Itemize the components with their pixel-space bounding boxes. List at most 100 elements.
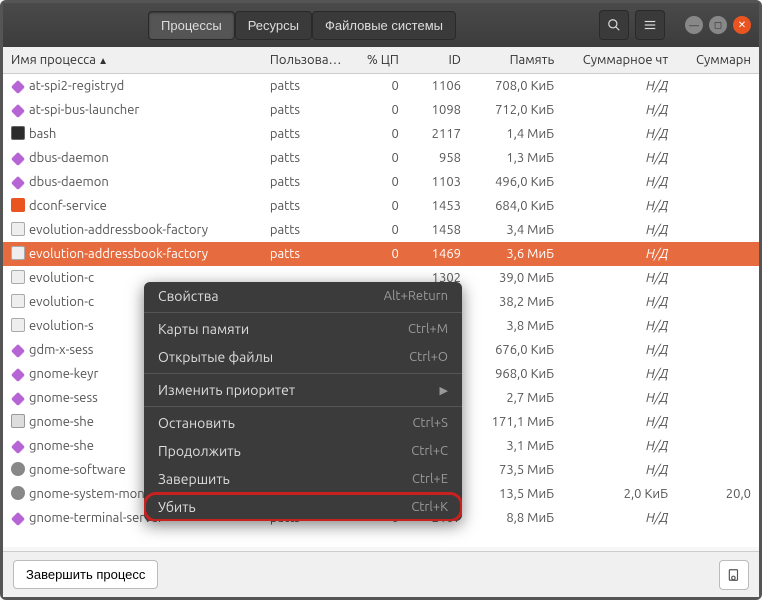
cell-t2 [676, 242, 759, 266]
menu-item-label: Карты памяти [158, 321, 249, 337]
cell-t1: Н/Д [562, 338, 676, 362]
table-row[interactable]: at-spi-bus-launcherpatts01098712,0 КиБН/… [3, 98, 759, 122]
process-icon [11, 318, 25, 332]
menu-item-Завершить[interactable]: ЗавершитьCtrl+E [144, 465, 462, 493]
table-row[interactable]: dbus-daemonpatts09581,3 МиБН/Д [3, 146, 759, 170]
cell-t1: Н/Д [562, 458, 676, 482]
cell-mem: 171,1 МиБ [469, 410, 562, 434]
menu-item-label: Изменить приоритет [158, 382, 295, 398]
close-button[interactable]: ✕ [733, 16, 751, 34]
menu-item-shortcut: Alt+Return [384, 289, 448, 303]
cell-mem: 3,6 МиБ [469, 242, 562, 266]
table-row[interactable]: at-spi2-registrydpatts01106708,0 КиБН/Д [3, 74, 759, 98]
cell-user: patts [262, 218, 355, 242]
search-button[interactable] [599, 10, 629, 40]
tab-Процессы[interactable]: Процессы [148, 11, 235, 40]
process-icon [11, 103, 25, 117]
process-icon [11, 391, 25, 405]
cell-mem: 38,2 МиБ [469, 290, 562, 314]
menu-separator [144, 312, 462, 313]
view-tabs: ПроцессыРесурсыФайловые системы [148, 11, 456, 40]
col-name[interactable]: Имя процесса [3, 47, 262, 74]
cell-mem: 13,5 МиБ [469, 482, 562, 506]
process-icon [11, 462, 25, 476]
col-user[interactable]: Пользователь [262, 47, 355, 74]
cell-t1: Н/Д [562, 362, 676, 386]
cell-t1: Н/Д [562, 506, 676, 530]
process-icon [11, 486, 25, 500]
table-row[interactable]: evolution-addressbook-factorypatts014583… [3, 218, 759, 242]
cell-t1: Н/Д [562, 386, 676, 410]
cell-t2 [676, 170, 759, 194]
cell-mem: 708,0 КиБ [469, 74, 562, 98]
cell-user: patts [262, 242, 355, 266]
cell-cpu: 0 [355, 218, 407, 242]
context-menu: СвойстваAlt+Return Карты памяти Ctrl+M Откр… [144, 282, 462, 521]
menu-item-shortcut: Ctrl+M [408, 322, 448, 336]
col-total-read[interactable]: Суммарное чт [562, 47, 676, 74]
cell-cpu: 0 [355, 122, 407, 146]
cell-mem: 73,5 МиБ [469, 458, 562, 482]
menu-item-shortcut: Ctrl+C [411, 444, 448, 458]
cell-mem: 496,0 КиБ [469, 170, 562, 194]
cell-name: dbus-daemon [3, 146, 262, 170]
tab-Ресурсы[interactable]: Ресурсы [235, 11, 312, 40]
col-cpu[interactable]: % ЦП [355, 47, 407, 74]
cell-id: 1098 [407, 98, 469, 122]
col-id[interactable]: ID [407, 47, 469, 74]
menu-item-Карты памяти[interactable]: Карты памяти Ctrl+M [144, 315, 462, 343]
cell-t2 [676, 266, 759, 290]
cell-t2 [676, 290, 759, 314]
cell-t1: Н/Д [562, 242, 676, 266]
minimize-button[interactable]: — [685, 16, 703, 34]
cell-mem: 712,0 КиБ [469, 98, 562, 122]
menu-separator [144, 373, 462, 374]
cell-t1: Н/Д [562, 194, 676, 218]
cell-mem: 8,8 МиБ [469, 506, 562, 530]
cell-t2 [676, 314, 759, 338]
menu-item-Остановить[interactable]: ОстановитьCtrl+S [144, 409, 462, 437]
cell-mem: 676,0 КиБ [469, 338, 562, 362]
cell-user: patts [262, 98, 355, 122]
cell-name: dconf-service [3, 194, 262, 218]
menu-item-label: Убить [158, 499, 196, 515]
process-icon [11, 175, 25, 189]
cell-user: patts [262, 74, 355, 98]
menu-item-Продолжить[interactable]: Продолжить Ctrl+C [144, 437, 462, 465]
menu-item-label: Завершить [158, 471, 230, 487]
process-icon [11, 511, 25, 525]
menu-button[interactable] [635, 10, 665, 40]
cell-mem: 2,7 МиБ [469, 386, 562, 410]
cell-name: bash [3, 122, 262, 146]
cell-mem: 3,1 МиБ [469, 434, 562, 458]
col-total[interactable]: Суммарн [676, 47, 759, 74]
menu-item-Изменить приоритет[interactable]: Изменить приоритет▶ [144, 376, 462, 404]
col-memory[interactable]: Память [469, 47, 562, 74]
cell-t1: Н/Д [562, 146, 676, 170]
cell-t2 [676, 194, 759, 218]
maximize-button[interactable]: ◻ [709, 16, 727, 34]
table-row[interactable]: dbus-daemonpatts01103496,0 КиБН/Д [3, 170, 759, 194]
menu-item-Открытые файлы[interactable]: Открытые файлыCtrl+O [144, 343, 462, 371]
cell-t1: Н/Д [562, 410, 676, 434]
menu-item-Свойства[interactable]: СвойстваAlt+Return [144, 282, 462, 310]
cell-cpu: 0 [355, 98, 407, 122]
cell-mem: 1,3 МиБ [469, 146, 562, 170]
table-row[interactable]: evolution-addressbook-factorypatts014693… [3, 242, 759, 266]
table-row[interactable]: bashpatts021171,4 МиБН/Д [3, 122, 759, 146]
cell-t1: Н/Д [562, 218, 676, 242]
cell-t2 [676, 98, 759, 122]
cell-mem: 684,0 КиБ [469, 194, 562, 218]
cell-t1: 2,0 КиБ [562, 482, 676, 506]
process-icon [11, 343, 25, 357]
cell-t2 [676, 410, 759, 434]
cell-user: patts [262, 122, 355, 146]
menu-item-Убить[interactable]: УбитьCtrl+K [144, 493, 462, 521]
properties-button[interactable] [719, 560, 749, 590]
tab-Файловые системы[interactable]: Файловые системы [312, 11, 456, 40]
menu-item-label: Продолжить [158, 443, 241, 459]
end-process-button[interactable]: Завершить процесс [13, 560, 158, 589]
table-row[interactable]: dconf-servicepatts01453684,0 КиБН/Д [3, 194, 759, 218]
menu-item-label: Открытые файлы [158, 349, 273, 365]
cell-cpu: 0 [355, 170, 407, 194]
